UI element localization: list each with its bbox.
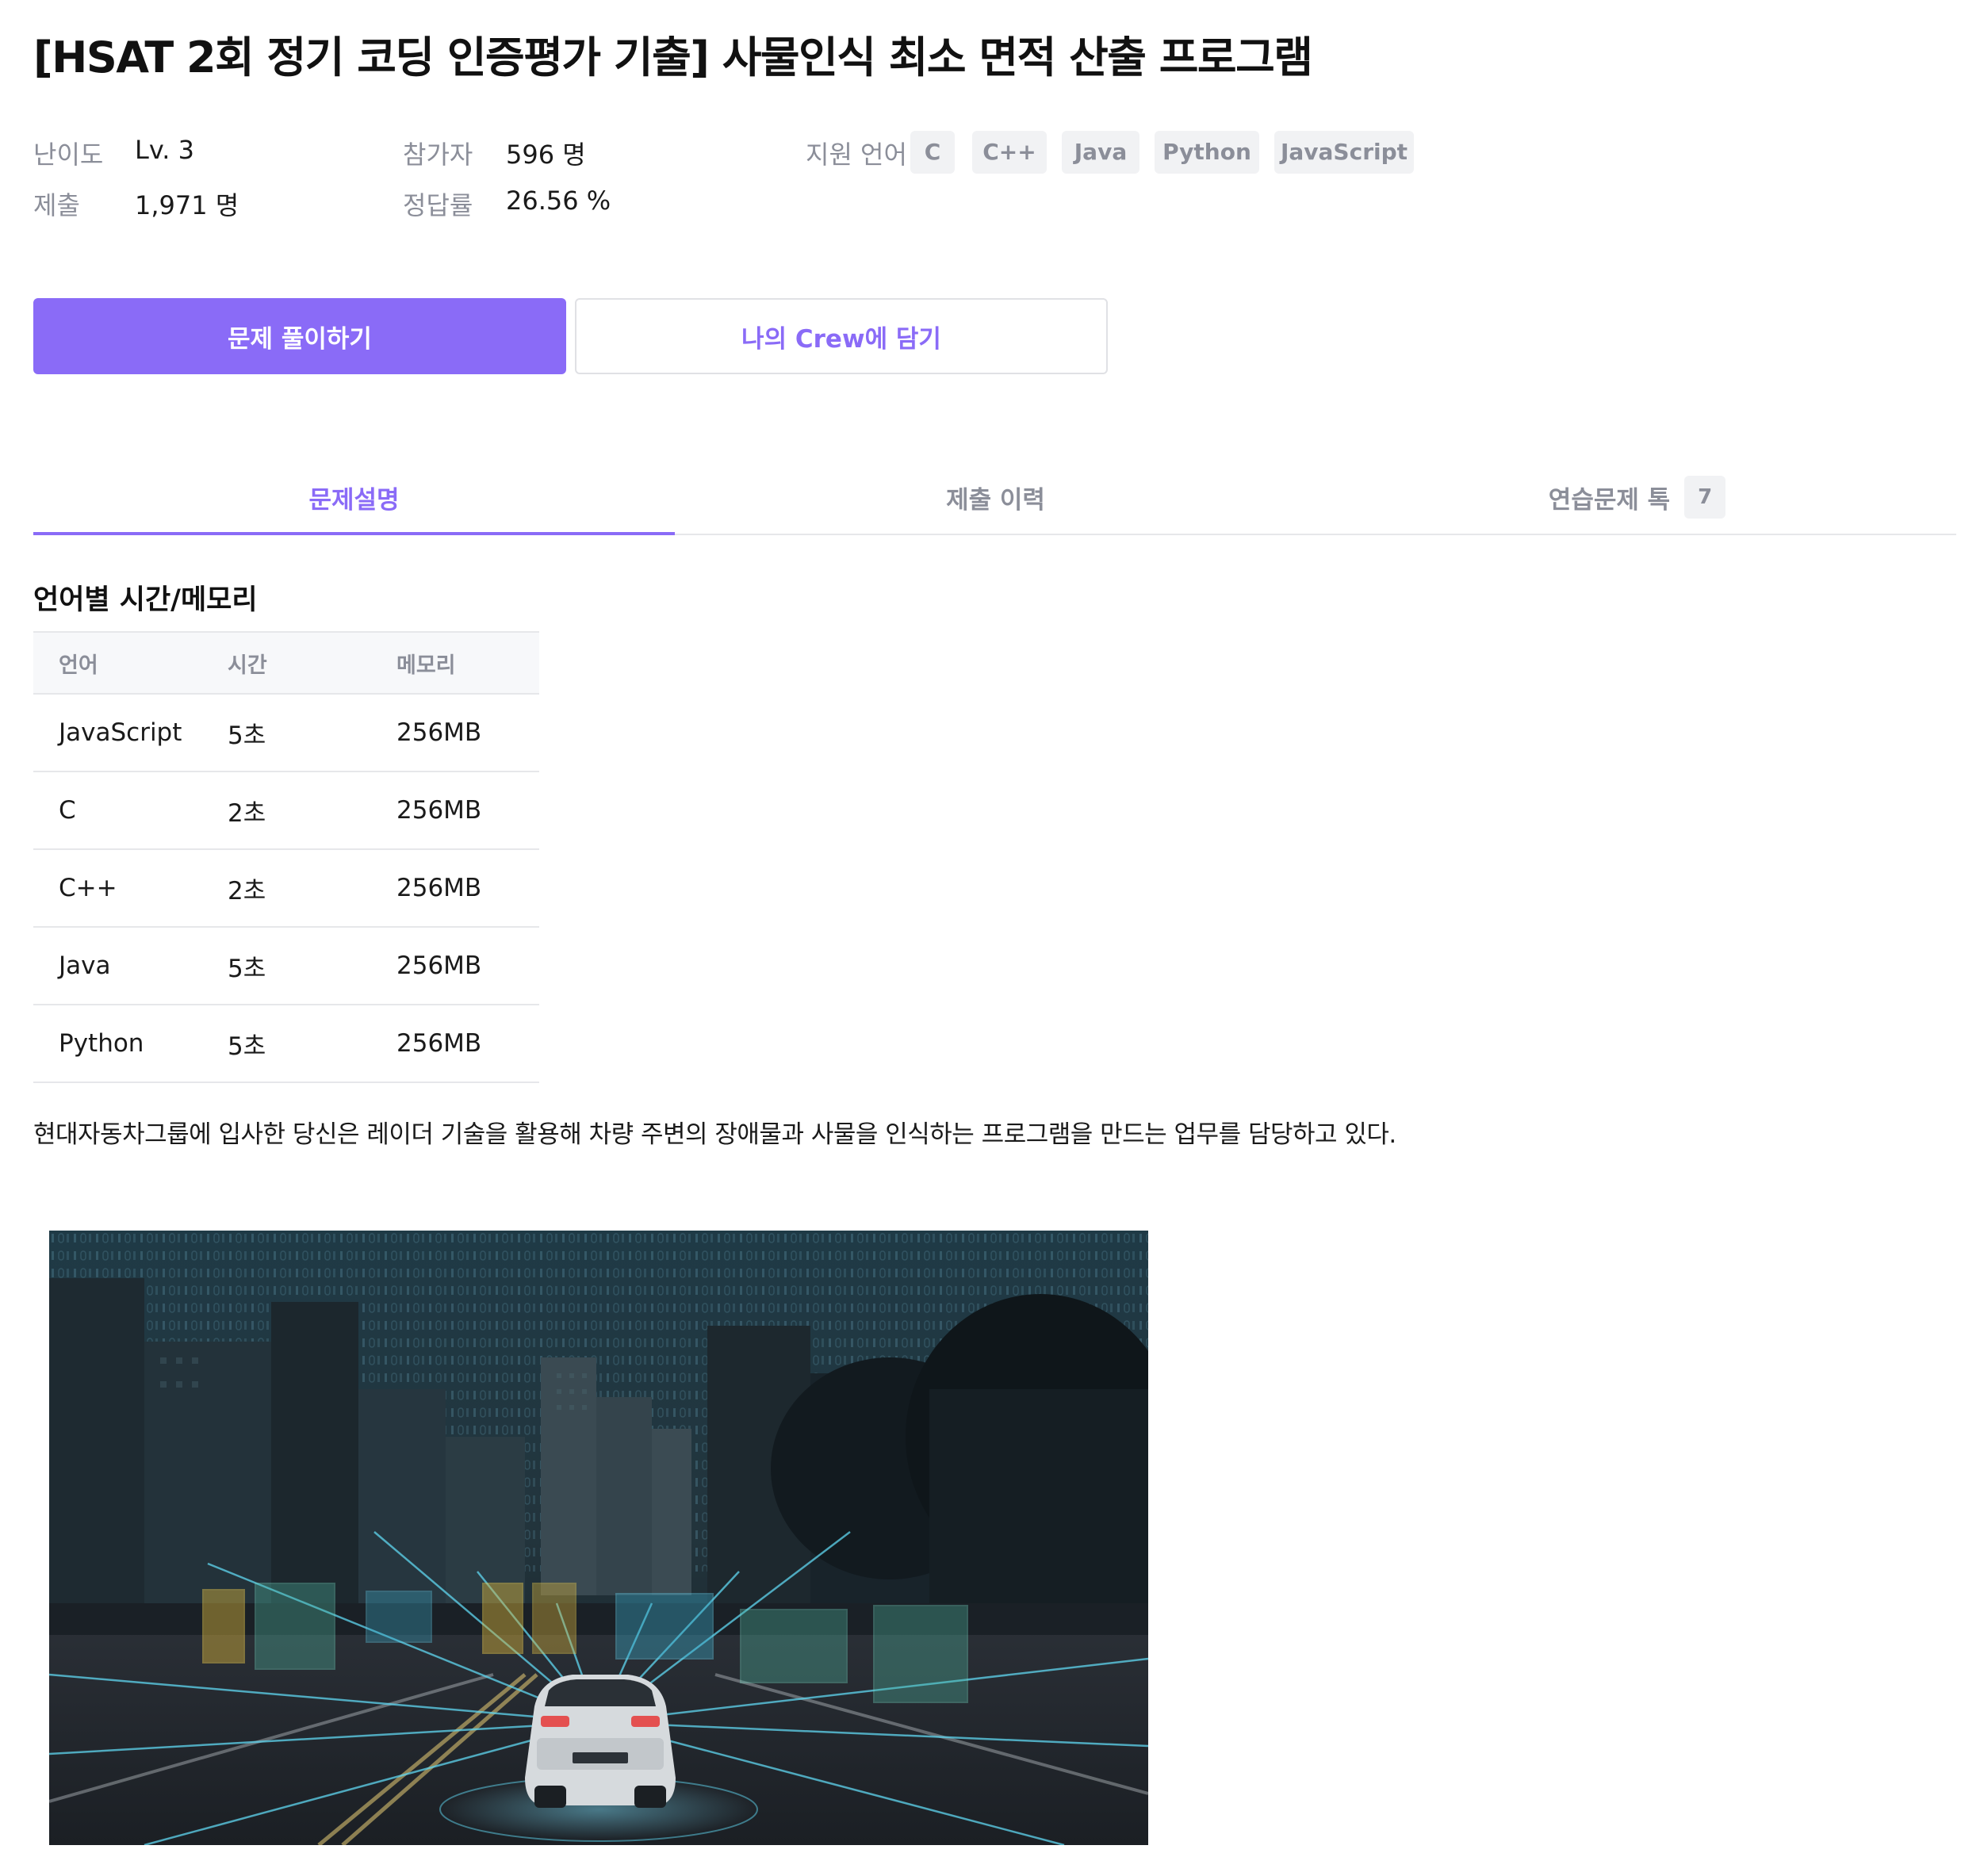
cell-time: 5초 xyxy=(202,1005,371,1083)
cell-language: C xyxy=(33,771,202,850)
language-chip-cpp: C++ xyxy=(972,131,1047,174)
difficulty-value: Lv. 3 xyxy=(135,135,194,165)
cell-time: 5초 xyxy=(202,694,371,772)
tab-count-badge: 7 xyxy=(1684,476,1726,519)
table-row: JavaScript 5초 256MB xyxy=(33,694,539,772)
header-time: 시간 xyxy=(202,631,371,695)
problem-page: [HSAT 2회 정기 코딩 인증평가 기출] 사물인식 최소 면적 산출 프로… xyxy=(0,0,1984,1876)
problem-description: 현대자동차그룹에 입사한 당신은 레이더 기술을 활용해 차량 주변의 장애물과… xyxy=(33,1120,1396,1149)
cell-time: 2초 xyxy=(202,849,371,928)
language-chip-python: Python xyxy=(1155,131,1259,174)
cell-time: 2초 xyxy=(202,771,371,850)
language-chip-java: Java xyxy=(1062,131,1139,174)
table-header-row: 언어 시간 메모리 xyxy=(33,631,539,695)
languages-label: 지원 언어 xyxy=(806,140,907,170)
submissions-label: 제출 xyxy=(33,190,80,220)
difficulty-label: 난이도 xyxy=(33,140,104,170)
submissions-value: 1,971 명 xyxy=(135,190,239,220)
limits-section-title: 언어별 시간/메모리 xyxy=(33,584,258,616)
cell-memory: 256MB xyxy=(371,1005,539,1083)
tab-practice-talk-label: 연습문제 톡 xyxy=(1548,485,1671,515)
table-row: C 2초 256MB xyxy=(33,771,539,850)
header-memory: 메모리 xyxy=(371,631,539,695)
tab-practice-talk[interactable]: 연습문제 톡 7 xyxy=(1316,460,1958,534)
tab-description[interactable]: 문제설명 xyxy=(33,460,675,534)
cell-memory: 256MB xyxy=(371,771,539,850)
cell-time: 5초 xyxy=(202,927,371,1005)
limits-table: 언어 시간 메모리 JavaScript 5초 256MB C 2초 256MB… xyxy=(33,631,539,1083)
cell-memory: 256MB xyxy=(371,927,539,1005)
cell-language: Java xyxy=(33,927,202,1005)
cell-memory: 256MB xyxy=(371,849,539,928)
page-title: [HSAT 2회 정기 코딩 인증평가 기출] 사물인식 최소 면적 산출 프로… xyxy=(33,33,1313,82)
accuracy-label: 정답률 xyxy=(403,190,473,220)
solve-problem-button[interactable]: 문제 풀이하기 xyxy=(33,298,566,374)
tab-submission-history[interactable]: 제출 이력 xyxy=(675,460,1316,534)
header-language: 언어 xyxy=(33,631,202,695)
cell-memory: 256MB xyxy=(371,694,539,772)
table-row: C++ 2초 256MB xyxy=(33,849,539,928)
language-chip-javascript: JavaScript xyxy=(1274,131,1414,174)
participants-value: 596 명 xyxy=(506,140,586,170)
radar-illustration xyxy=(49,1231,1148,1845)
cell-language: Python xyxy=(33,1005,202,1083)
cell-language: C++ xyxy=(33,849,202,928)
cell-language: JavaScript xyxy=(33,694,202,772)
active-tab-indicator xyxy=(33,532,675,535)
add-to-crew-button[interactable]: 나의 Crew에 담기 xyxy=(575,298,1108,374)
participants-label: 참가자 xyxy=(403,140,473,170)
accuracy-value: 26.56 % xyxy=(506,186,611,216)
language-chip-c: C xyxy=(910,131,955,174)
table-row: Python 5초 256MB xyxy=(33,1005,539,1083)
table-row: Java 5초 256MB xyxy=(33,927,539,1005)
